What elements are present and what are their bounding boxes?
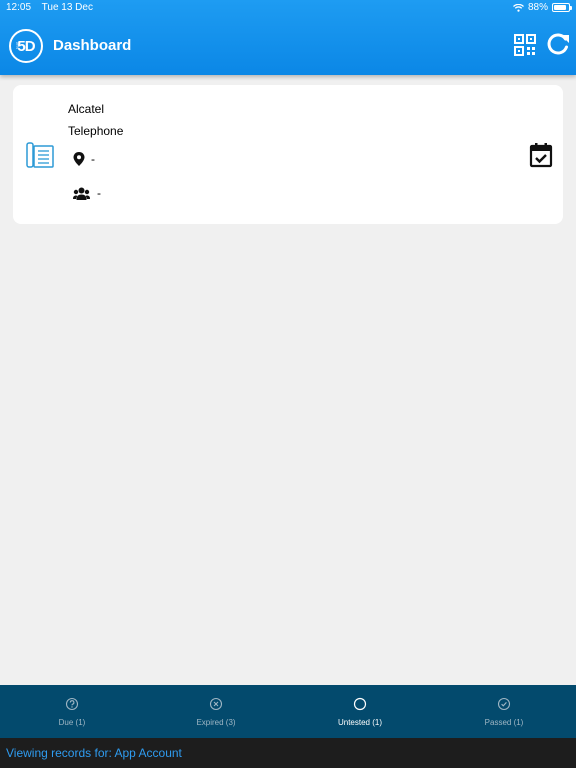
tab-untested-label: Untested (1) [337, 718, 383, 727]
account-bar: Viewing records for: App Account [0, 738, 576, 768]
check-circle-icon [497, 697, 511, 711]
asset-group: - [97, 186, 101, 200]
circle-icon [353, 697, 367, 711]
asset-card[interactable]: Alcatel Telephone - - [13, 85, 563, 224]
page-title: Dashboard [53, 37, 132, 54]
tab-expired[interactable]: Expired (3) [144, 685, 288, 738]
logo-text: 5D [17, 37, 35, 55]
app-header: 12:05 Tue 13 Dec 88% test 5D Dashboard [0, 0, 576, 75]
users-icon [73, 187, 90, 200]
tab-passed-label: Passed (1) [484, 718, 524, 727]
asset-name: Alcatel [68, 102, 105, 116]
status-bar: 12:05 Tue 13 Dec 88% [0, 0, 576, 16]
wifi-icon [513, 3, 524, 12]
battery-percent: 88% [527, 2, 548, 13]
app-logo: test 5D [9, 29, 43, 63]
x-circle-icon [209, 697, 223, 711]
refresh-icon[interactable] [546, 32, 570, 56]
tab-untested[interactable]: Untested (1) [288, 685, 432, 738]
asset-location: - [91, 152, 95, 166]
tab-passed[interactable]: Passed (1) [432, 685, 576, 738]
qr-scan-icon[interactable] [514, 34, 536, 56]
battery-icon [552, 3, 572, 12]
tab-due-label: Due (1) [58, 718, 86, 727]
calendar-check-icon[interactable] [529, 142, 553, 168]
logo-small-text: test [14, 42, 20, 49]
question-circle-icon [65, 697, 79, 711]
account-text: Viewing records for: App Account [6, 746, 182, 760]
status-date: Tue 13 Dec [41, 2, 93, 13]
location-pin-icon [73, 152, 85, 166]
telephone-icon [26, 142, 54, 168]
tab-due[interactable]: Due (1) [0, 685, 144, 738]
status-time: 12:05 [6, 2, 32, 13]
bottom-tab-bar: Due (1) Expired (3) Untested (1) Passed … [0, 685, 576, 738]
tab-expired-label: Expired (3) [196, 718, 236, 727]
asset-type: Telephone [68, 124, 124, 138]
